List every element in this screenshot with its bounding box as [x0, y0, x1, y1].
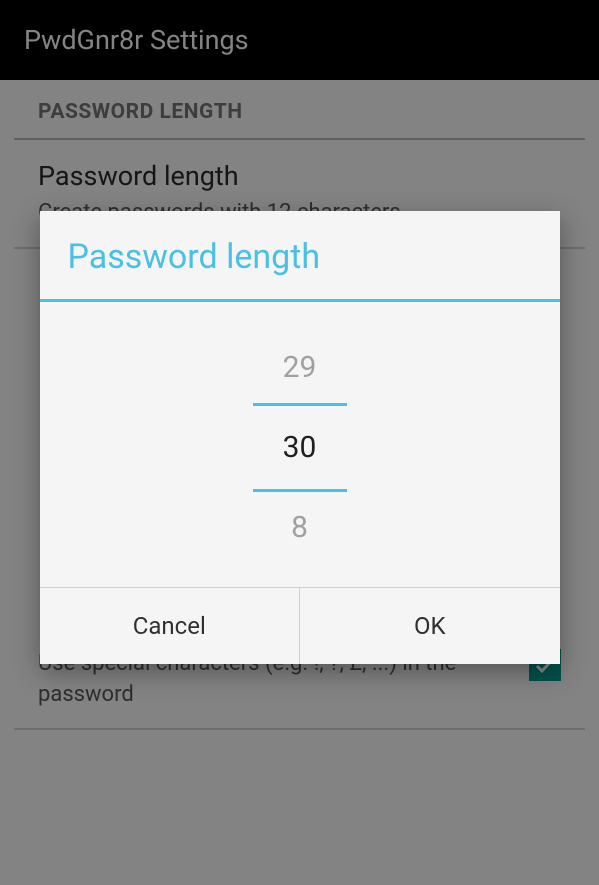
picker-next-value[interactable]: 8 [253, 492, 347, 563]
picker-prev-value[interactable]: 29 [253, 332, 347, 403]
cancel-button[interactable]: Cancel [40, 588, 301, 664]
number-picker[interactable]: 29 30 8 [40, 302, 560, 587]
modal-overlay: Password length 29 30 8 Cancel OK [0, 0, 599, 885]
dialog-title: Password length [68, 237, 532, 277]
picker-current-value[interactable]: 30 [253, 403, 347, 492]
password-length-dialog: Password length 29 30 8 Cancel OK [40, 211, 560, 664]
ok-button[interactable]: OK [300, 588, 560, 664]
dialog-button-bar: Cancel OK [40, 587, 560, 664]
dialog-title-bar: Password length [40, 211, 560, 302]
